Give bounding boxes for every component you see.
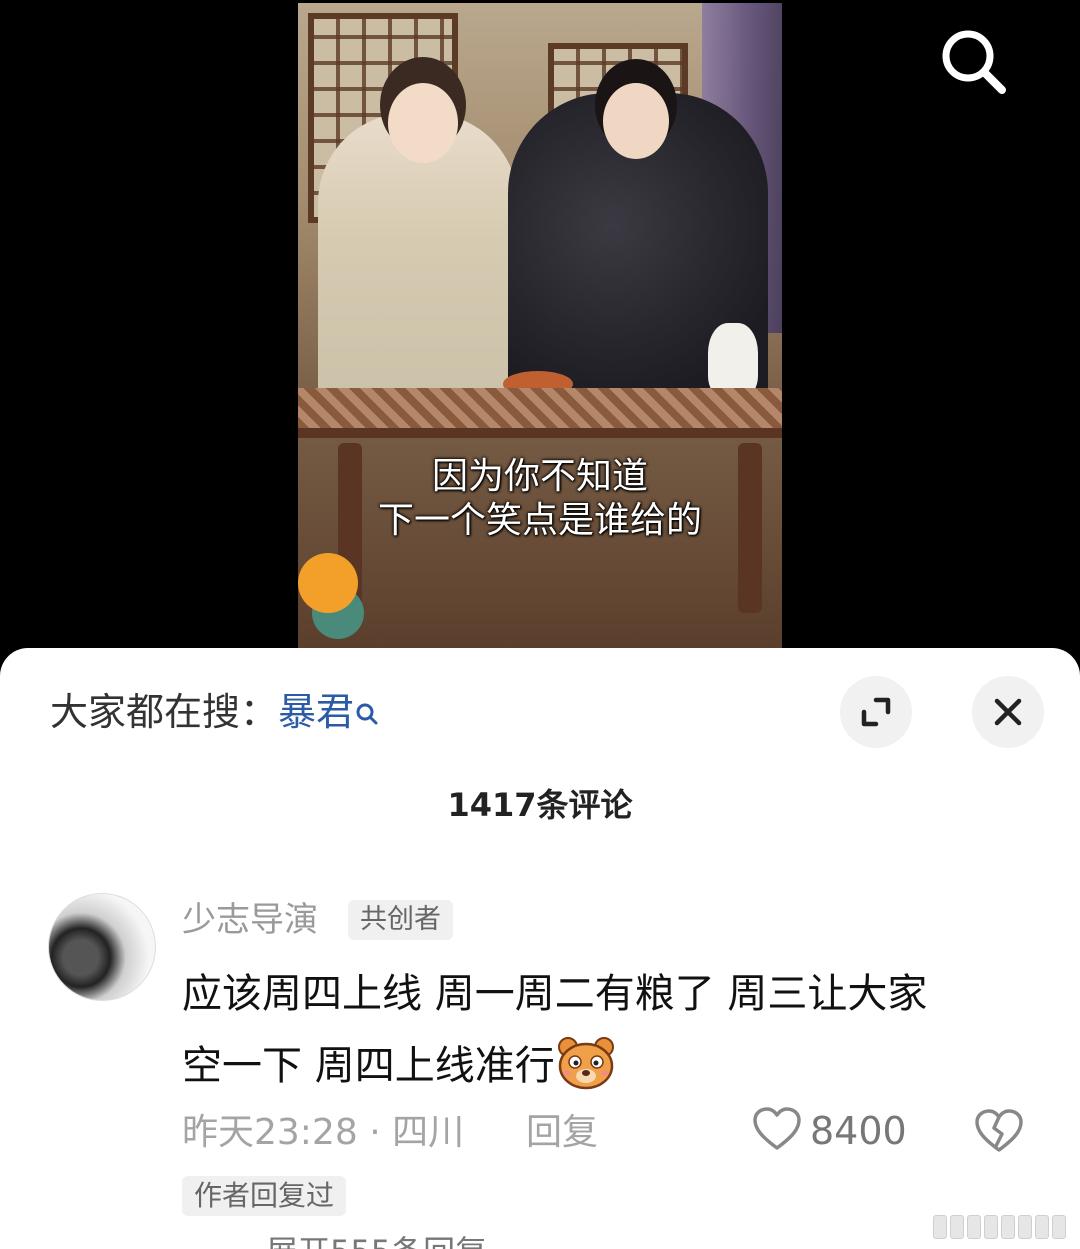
video-subtitle-line2: 下一个笑点是谁给的 xyxy=(377,500,702,541)
comment-meta: 昨天23:28 · 四川 xyxy=(182,1110,464,1156)
comment-count: 1417条评论 xyxy=(447,786,633,824)
cocreator-badge: 共创者 xyxy=(348,900,453,940)
author-replied-tag: 作者回复过 xyxy=(182,1176,347,1216)
search-icon[interactable] xyxy=(934,22,1014,102)
reply-button[interactable]: 回复 xyxy=(526,1110,598,1156)
like-count: 8400 xyxy=(810,1109,907,1153)
comment-text-line2-wrap: 空一下 周四上线准行 xyxy=(182,1030,1042,1102)
hot-search-keyword[interactable]: 暴君 xyxy=(278,690,354,734)
close-icon[interactable] xyxy=(972,676,1044,748)
comment-text-line1: 应该周四上线 周一周二有粮了 周三让大家 xyxy=(182,971,928,1017)
broken-heart-icon[interactable] xyxy=(974,1108,1024,1158)
comment-text[interactable]: 应该周四上线 周一周二有粮了 周三让大家 空一下 周四上线准行 xyxy=(182,958,1042,1102)
comment-time: 昨天23:28 xyxy=(182,1112,358,1153)
video-player[interactable]: 因为你不知道 下一个笑点是谁给的 xyxy=(0,0,1080,660)
oranges-bowl xyxy=(298,553,358,613)
expand-replies-link[interactable]: 展开555条回复 xyxy=(266,1232,487,1249)
hot-search-bar[interactable]: 大家都在搜：暴君 xyxy=(50,686,380,740)
comment-text-line2: 空一下 周四上线准行 xyxy=(182,1043,555,1089)
comment-location: 四川 xyxy=(392,1112,465,1153)
hot-search-label: 大家都在搜： xyxy=(50,690,279,734)
avatar[interactable] xyxy=(48,893,156,1001)
expand-icon[interactable] xyxy=(840,676,912,748)
like-button[interactable]: 8400 xyxy=(752,1106,907,1156)
comment-sheet: 大家都在搜：暴君 1417条评论 少志导演 共创者 应该周四上线 周一周二有粮了… xyxy=(0,648,1080,1249)
low-table xyxy=(298,388,782,438)
actress-figure xyxy=(318,83,518,413)
meta-separator: · xyxy=(357,1112,393,1153)
watermark xyxy=(933,1215,1066,1239)
bear-emoji-icon xyxy=(555,1035,617,1091)
video-frame[interactable]: 因为你不知道 下一个笑点是谁给的 xyxy=(298,3,782,655)
heart-icon[interactable] xyxy=(752,1106,802,1156)
video-subtitle-line1: 因为你不知道 xyxy=(431,456,648,497)
comment-username[interactable]: 少志导演 xyxy=(182,898,318,942)
teapot xyxy=(708,323,758,398)
keyword-search-icon xyxy=(354,688,380,740)
